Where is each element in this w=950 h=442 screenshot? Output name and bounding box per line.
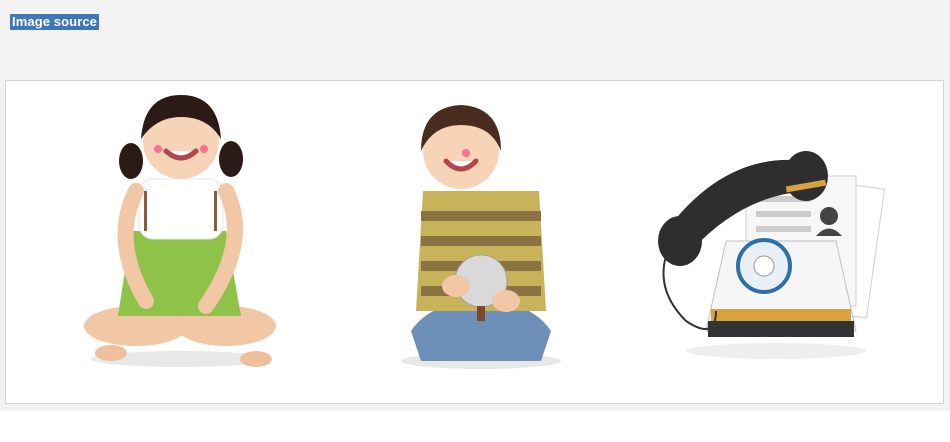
girl-illustration (84, 95, 276, 367)
telephone-illustration (658, 151, 886, 359)
boy-illustration (401, 105, 561, 369)
girl-sitting-image[interactable] (76, 81, 296, 381)
image-source-label[interactable]: Image source (10, 14, 100, 30)
page: Image source (0, 0, 950, 442)
page-footer-strip (0, 411, 950, 442)
image-gallery-panel (5, 80, 944, 404)
boy-with-globe-image[interactable] (381, 81, 581, 381)
telephone-contact-image[interactable] (646, 81, 906, 381)
